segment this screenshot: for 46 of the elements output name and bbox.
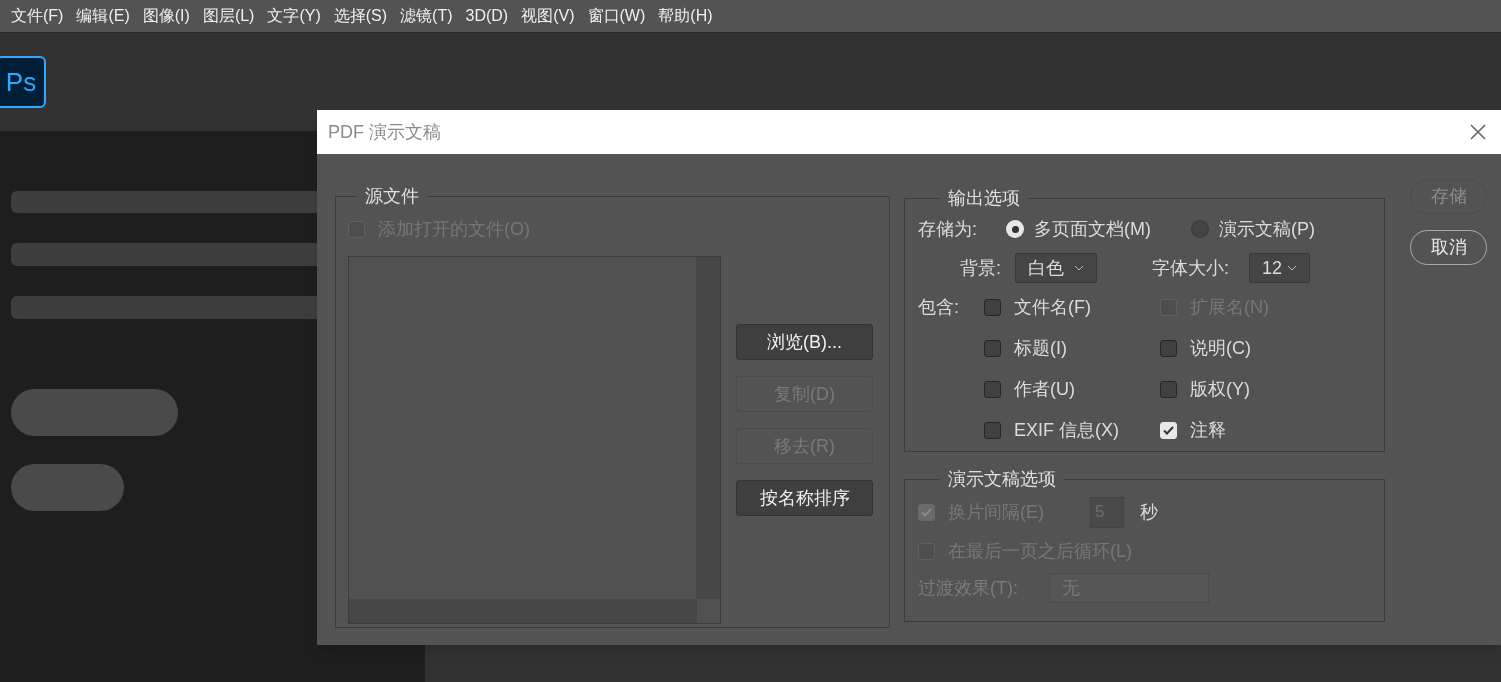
- background-dropdown[interactable]: 白色: [1015, 253, 1097, 283]
- checkbox-label: 文件名(F): [1014, 296, 1091, 319]
- dialog-button[interactable]: 按名称排序: [736, 480, 873, 516]
- checkbox[interactable]: [984, 381, 1001, 398]
- chevron-down-icon: [1287, 265, 1297, 271]
- group-title: 演示文稿选项: [947, 468, 1057, 491]
- checkbox-label: 注释: [1190, 419, 1226, 442]
- menu-item[interactable]: 窗口(W): [582, 4, 651, 28]
- unit-label: 秒: [1140, 500, 1158, 524]
- field-label: 包含:: [918, 296, 960, 319]
- checkbox-label: EXIF 信息(X): [1014, 419, 1119, 442]
- dialog-button[interactable]: 浏览(B)...: [736, 324, 873, 360]
- checkbox-label: 作者(U): [1014, 378, 1075, 401]
- checkbox-label: 版权(Y): [1190, 378, 1250, 401]
- checkbox[interactable]: [984, 422, 1001, 439]
- group-title: 源文件: [364, 185, 420, 208]
- field-label: 背景:: [960, 256, 1002, 280]
- dialog-title: PDF 演示文稿: [328, 120, 441, 144]
- menu-item[interactable]: 编辑(E): [71, 4, 135, 28]
- radio-button[interactable]: [1191, 220, 1209, 238]
- checkbox[interactable]: [1160, 381, 1177, 398]
- field-label: 存储为:: [918, 217, 978, 241]
- radio-label: 多页面文档(M): [1034, 217, 1151, 241]
- radio-button[interactable]: [1006, 220, 1024, 238]
- checkbox[interactable]: [1160, 340, 1177, 357]
- menu-item[interactable]: 滤镜(T): [395, 4, 458, 28]
- checkbox[interactable]: [984, 299, 1001, 316]
- radio-label: 演示文稿(P): [1219, 217, 1315, 241]
- checkbox-label: 说明(C): [1190, 337, 1251, 360]
- menu-item[interactable]: 文件(F): [6, 4, 69, 28]
- group-title: 输出选项: [947, 187, 1021, 210]
- app-logo[interactable]: Ps: [0, 56, 46, 108]
- checkbox[interactable]: [984, 340, 1001, 357]
- chevron-down-icon: [1074, 265, 1084, 271]
- menu-item[interactable]: 文字(Y): [262, 4, 326, 28]
- menu-item[interactable]: 图层(L): [197, 4, 260, 28]
- menu-item[interactable]: 选择(S): [328, 4, 393, 28]
- close-icon[interactable]: [1469, 123, 1487, 141]
- checkbox-label: 标题(I): [1014, 337, 1067, 360]
- menu-item[interactable]: 帮助(H): [653, 4, 718, 28]
- check-icon: [1162, 424, 1175, 437]
- field-label: 字体大小:: [1152, 256, 1230, 280]
- menu-item[interactable]: 图像(I): [137, 4, 195, 28]
- menu-item[interactable]: 视图(V): [516, 4, 580, 28]
- font-size-dropdown[interactable]: 12: [1249, 253, 1310, 283]
- menu-item[interactable]: 3D(D): [460, 4, 514, 28]
